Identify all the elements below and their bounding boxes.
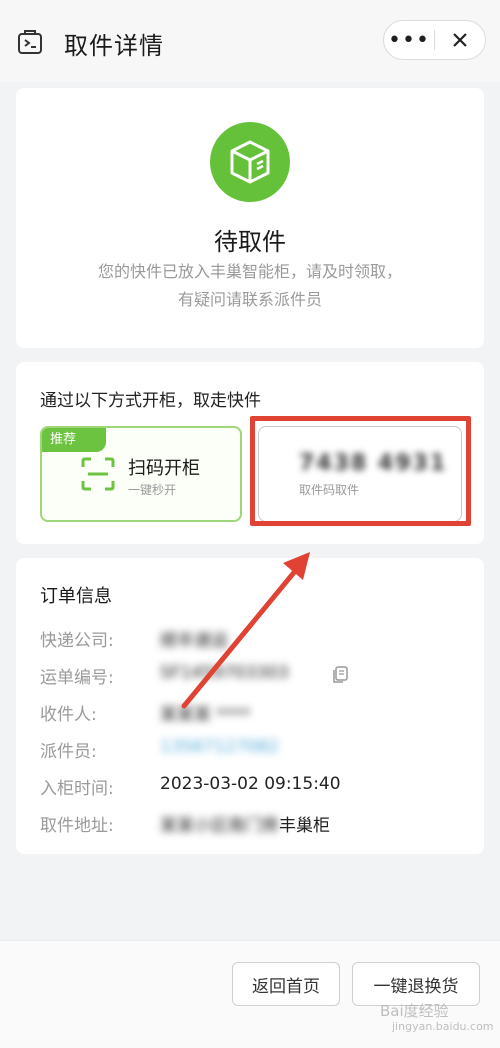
recommended-badge: 推荐 [42,428,106,452]
annotation-highlight-box [250,416,471,526]
recipient-label: 收件人: [40,705,97,725]
top-bar: 取件详情 ••• [0,0,500,82]
status-desc-line1: 您的快件已放入丰巢智能柜，请及时领取， [97,262,402,281]
app-locker-icon [18,30,42,54]
copy-icon[interactable] [332,666,348,684]
locker-time-label: 入柜时间: [40,779,114,799]
status-icon-circle [210,122,290,202]
scan-open-option[interactable]: 推荐 扫码开柜 一键秒开 [40,426,242,522]
more-button[interactable]: ••• [384,21,434,59]
order-info-title: 订单信息 [40,586,112,607]
pickup-address-suffix: 丰巢柜 [279,816,330,836]
scan-open-label: 扫码开柜 [128,458,200,479]
scan-open-sublabel: 一键秒开 [128,483,177,497]
courier-phone-link[interactable]: 13567127082 [160,737,279,757]
courier-label: 快递公司: [40,631,114,651]
courier-value: 顺丰速运 [160,631,228,651]
watermark-brand: Bai度经验 [380,1002,449,1020]
status-desc-line2: 有疑问请联系派件员 [177,290,322,309]
mini-program-capsule: ••• [383,20,486,60]
courier-person-label: 派件员: [40,742,97,762]
locker-time-value: 2023-03-02 09:15:40 [160,774,341,794]
close-button[interactable] [435,21,485,59]
scan-icon [81,457,115,491]
page-title: 取件详情 [64,32,164,60]
pickup-address-blurred: 某某小区南门旁 [160,816,279,836]
pickup-address-label: 取件地址: [40,816,114,836]
waybill-value: SF1459703303 [160,663,289,683]
recipient-value: 某某某 **** [160,705,251,725]
back-home-button[interactable]: 返回首页 [232,962,340,1006]
pickup-address-value: 某某小区南门旁丰巢柜 [160,811,330,836]
open-methods-title: 通过以下方式开柜，取走快件 [40,391,261,411]
package-icon [230,140,270,184]
waybill-label: 运单编号: [40,668,114,688]
status-description: 您的快件已放入丰巢智能柜，请及时领取， 有疑问请联系派件员 [0,258,500,314]
close-icon [453,33,467,47]
watermark-url: jingyan.baidu.com [392,1020,494,1033]
status-title: 待取件 [214,228,286,256]
